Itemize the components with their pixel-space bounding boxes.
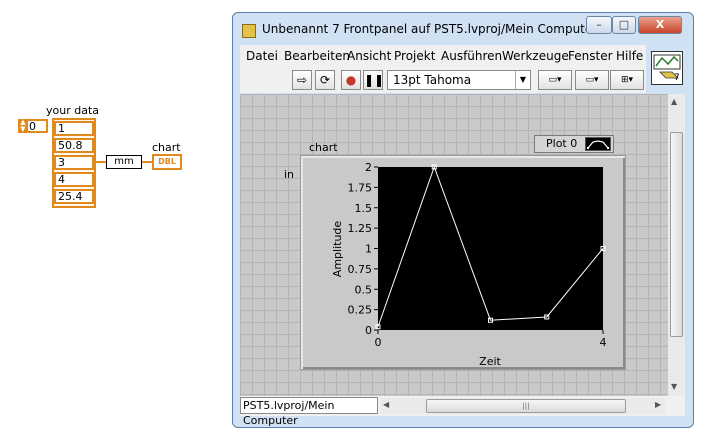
horizontal-scroll-thumb[interactable]: ||| [426,399,626,413]
y-tick-label: 0.75 [348,263,373,276]
y-tick-label: 0 [365,324,372,337]
scroll-right-icon[interactable]: ▶ [655,400,661,409]
x-tick-label: 4 [600,336,607,349]
y-tick-label: 1.75 [348,181,373,194]
y-tick-label: 0.25 [348,304,373,317]
project-context: PST5.lvproj/Mein Computer [240,397,378,427]
y-tick-label: 2 [365,161,372,174]
plot-area[interactable] [378,167,603,330]
x-axis-label: Zeit [479,355,501,368]
y-tick-label: 1.5 [355,202,373,215]
chart-plot: 0 0.25 0.5 0.75 1 1.25 1.5 1.75 2 0 4 Amplitude Z… [331,161,607,368]
x-tick-label: 0 [375,336,382,349]
y-axis-label: Amplitude [331,221,344,278]
y-tick-label: 1 [365,243,372,256]
y-tick-label: 1.25 [348,222,373,235]
y-tick-label: 0.5 [355,283,373,296]
scroll-left-icon[interactable]: ◀ [383,400,389,409]
